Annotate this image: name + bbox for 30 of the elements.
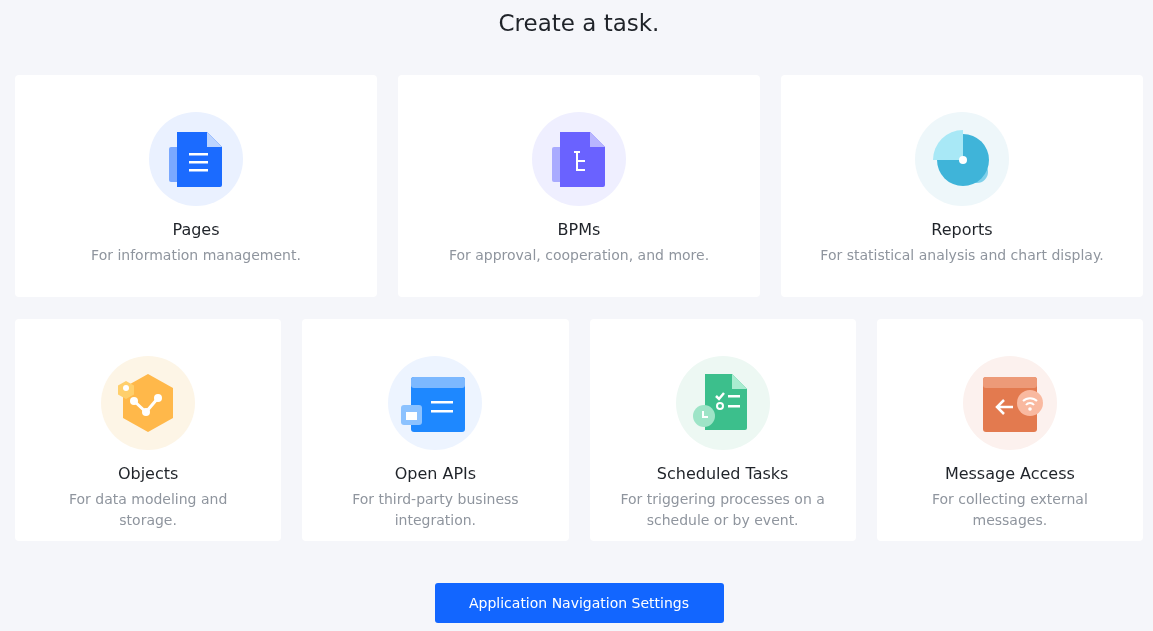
card-description: For triggering processes on a schedule or by event. — [619, 490, 826, 530]
card-title: Pages — [172, 219, 220, 241]
pie-chart-icon — [915, 112, 1009, 206]
browser-wifi-icon — [962, 356, 1057, 450]
card-description: For third-party business integration. — [351, 490, 520, 530]
browser-window-icon — [388, 356, 483, 450]
checklist-clock-icon — [675, 356, 770, 450]
card-description: For collecting external messages. — [930, 490, 1089, 530]
task-card[interactable]: BPMs For approval, cooperation, and more. — [398, 75, 760, 297]
task-card[interactable]: Pages For information management. — [15, 75, 377, 297]
card-title: Open APIs — [394, 463, 477, 485]
task-card[interactable]: Objects For data modeling and storage. — [15, 319, 282, 541]
navigation-settings-button[interactable]: Application Navigation Settings — [434, 583, 724, 623]
hexagon-graph-icon — [101, 356, 196, 450]
card-title: Reports — [931, 219, 993, 241]
card-description: For statistical analysis and chart display. — [820, 246, 1104, 265]
card-title: Scheduled Tasks — [656, 463, 789, 485]
task-card[interactable]: Reports For statistical analysis and chart display. — [781, 75, 1143, 297]
task-card[interactable]: Scheduled Tasks For triggering processes on a schedule or by event. — [589, 319, 856, 541]
card-title: Message Access — [944, 463, 1075, 485]
card-description: For information management. — [91, 246, 301, 265]
task-card[interactable]: Open APIs For third-party business integration. — [302, 319, 569, 541]
card-description: For approval, cooperation, and more. — [448, 246, 710, 265]
card-title: BPMs — [557, 219, 601, 241]
document-icon — [149, 112, 243, 206]
card-title: Objects — [117, 463, 179, 485]
flow-document-icon — [532, 112, 626, 206]
card-description: For data modeling and storage. — [67, 490, 229, 530]
page-title: Create a task. — [498, 9, 660, 38]
task-card[interactable]: Message Access For collecting external messages. — [876, 319, 1143, 541]
